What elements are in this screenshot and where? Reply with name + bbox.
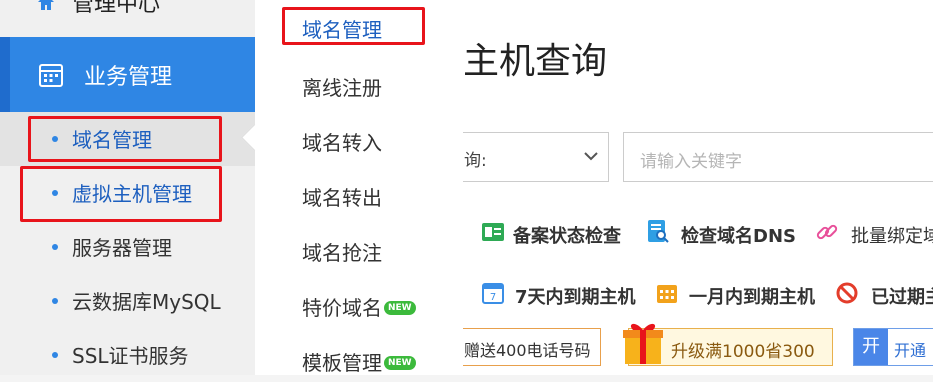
promo-label: 赠送400电话号码 [464, 341, 591, 360]
submenu-item-label: 模板管理 [302, 351, 382, 375]
sidebar-item-management-center[interactable]: 管理中心 [0, 0, 255, 17]
link-batch-bind-domain[interactable]: 批量绑定域 [851, 222, 933, 248]
prohibited-icon [836, 282, 858, 304]
new-badge: NEW [384, 300, 416, 315]
sidebar-item-ssl-service[interactable]: SSL证书服务 [0, 328, 255, 382]
submenu-item-offline-register[interactable]: 离线注册 [302, 72, 382, 101]
highlight-box-domain [28, 116, 222, 162]
promo-free-400-number[interactable]: 赠送400电话号码 [463, 328, 601, 366]
query-type-select[interactable]: 询: [463, 132, 609, 182]
submenu-item-domain-transfer-in[interactable]: 域名转入 [302, 127, 382, 156]
link-expiring-1-month[interactable]: 一月内到期主机 [689, 283, 815, 309]
link-check-domain-dns[interactable]: 检查域名DNS [681, 222, 796, 248]
submenu-item-label: 特价域名 [302, 296, 382, 320]
search-placeholder: 请输入关键字 [640, 152, 742, 172]
chevron-down-icon [584, 152, 598, 161]
select-value: 询: [464, 151, 487, 171]
promo-label: 开通 [894, 341, 927, 360]
record-card-icon [482, 223, 504, 241]
gift-box-icon [623, 323, 663, 364]
promo-open-service[interactable]: 开 开通 [853, 328, 933, 366]
sidebar: 管理中心 业务管理 域名管理 虚拟主机管理 服务器管理 云数据库MySQL SS… [0, 0, 255, 375]
calendar-grid-icon [39, 64, 63, 87]
submenu-item-discount-domain[interactable]: 特价域名 NEW [302, 292, 416, 321]
page-title: 主机查询 [463, 41, 608, 82]
sidebar-item-business-management[interactable]: 业务管理 [0, 37, 255, 112]
promo-label: 升级满1000省300 [671, 342, 815, 362]
active-indicator [0, 37, 10, 112]
link-chain-icon [816, 224, 838, 240]
dns-search-icon [648, 220, 669, 243]
submenu-item-template-management[interactable]: 模板管理 NEW [302, 347, 416, 376]
sidebar-item-label: 服务器管理 [72, 236, 172, 260]
sidebar-item-label: 云数据库MySQL [72, 290, 221, 314]
link-filing-status-check[interactable]: 备案状态检查 [513, 222, 621, 248]
sidebar-item-cloud-mysql[interactable]: 云数据库MySQL [0, 274, 255, 328]
new-badge: NEW [384, 355, 416, 370]
main-panel: 主机查询 询: 请输入关键字 备案状态检查 检查域名DNS 批量绑定域 7 7天… [463, 0, 933, 375]
link-expired-hosts[interactable]: 已过期主 [871, 283, 933, 309]
sidebar-item-label: 管理中心 [72, 0, 161, 17]
sidebar-item-label: 业务管理 [84, 65, 173, 90]
highlight-box-submenu-domain [282, 7, 425, 45]
search-input[interactable]: 请输入关键字 [623, 132, 933, 182]
bullet-dot [52, 352, 58, 358]
link-expiring-7-days[interactable]: 7天内到期主机 [515, 283, 636, 309]
highlight-box-virtual-host [20, 166, 222, 222]
home-icon [38, 0, 54, 10]
bullet-dot [52, 298, 58, 304]
promo-key-badge: 开 [854, 329, 888, 365]
calendar-7-icon: 7 [482, 283, 504, 304]
domain-submenu: 域名管理 离线注册 域名转入 域名转出 域名抢注 特价域名 NEW 模板管理 NEW [241, 0, 464, 376]
calendar-month-icon [657, 285, 677, 303]
sidebar-item-server-management[interactable]: 服务器管理 [0, 220, 255, 274]
svg-text:7: 7 [490, 292, 496, 303]
submenu-item-domain-transfer-out[interactable]: 域名转出 [302, 182, 382, 211]
sidebar-item-label: SSL证书服务 [72, 344, 189, 368]
submenu-item-domain-backorder[interactable]: 域名抢注 [302, 237, 382, 266]
bullet-dot [52, 244, 58, 250]
